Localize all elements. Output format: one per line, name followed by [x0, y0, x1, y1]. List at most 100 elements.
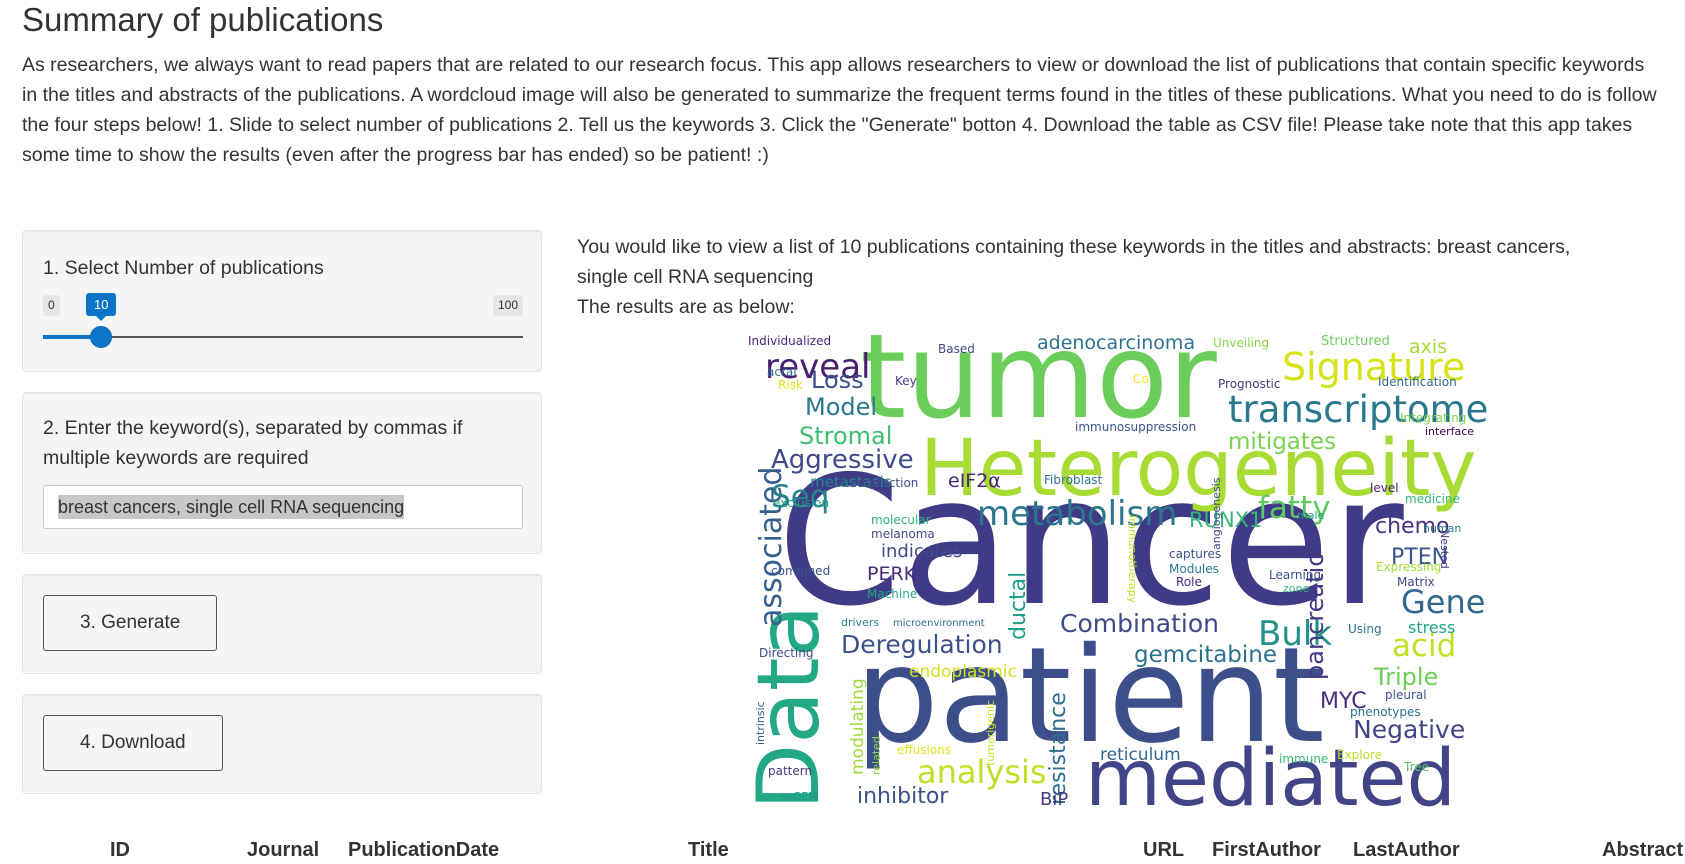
wordcloud-word-modulating: modulating [848, 678, 868, 775]
wordcloud-word-pattern: pattern [768, 764, 812, 778]
slider-max: 100 [492, 295, 523, 316]
intro-text: As researchers, we always want to read p… [22, 54, 1657, 166]
download-panel: 4. Download [22, 694, 542, 794]
wordcloud-word-medicine: medicine [1405, 492, 1460, 506]
wordcloud-word-loss: Loss [811, 366, 864, 394]
wordcloud-word-combination: Combination [1060, 609, 1219, 638]
slider-panel: 1. Select Number of publications 0 100 1… [22, 230, 542, 372]
wordcloud-word-bip: BiP [1040, 789, 1068, 810]
results-description: You would like to view a list of 10 publ… [577, 236, 1571, 288]
wordcloud-word-triple: Triple [1373, 663, 1438, 691]
results-subheading: The results are as below: [577, 296, 795, 318]
wordcloud-word-modules: Modules [1169, 562, 1219, 576]
wordcloud-word-matrix: Matrix [1397, 575, 1435, 589]
wordcloud-word-role: Role [1176, 575, 1202, 589]
download-button[interactable]: 4. Download [43, 715, 223, 771]
wordcloud-image: Cancer tumor patient Heterogeneity Data media… [745, 335, 1500, 813]
slider-min: 0 [43, 295, 60, 316]
column-header-title[interactable]: Title [688, 836, 729, 864]
column-header-last-author[interactable]: LastAuthor [1353, 836, 1460, 864]
wordcloud-word-drivers: drivers [841, 616, 879, 629]
wordcloud-word-based: Based [938, 342, 975, 356]
wordcloud-word-level: level [1370, 481, 1399, 495]
wordcloud-word-fibroblast: Fibroblast [1044, 473, 1103, 487]
wordcloud-word-captures: captures [1169, 547, 1221, 561]
wordcloud-word-exclusion: exclusion [773, 496, 829, 510]
wordcloud-word-phenotypes: phenotypes [1350, 705, 1421, 719]
wordcloud-word-adenocarcinoma: adenocarcinoma [1037, 335, 1195, 354]
generate-panel: 3. Generate [22, 574, 542, 674]
wordcloud-word-structured: Structured [1321, 335, 1390, 349]
wordcloud-word-metabolism: metabolism [977, 494, 1177, 534]
wordcloud-word-inhibitor: inhibitor [857, 784, 949, 809]
results-summary: You would like to view a list of 10 publ… [577, 232, 1607, 322]
wordcloud-word-molecular: molecular [871, 513, 931, 527]
wordcloud-word-expressing: Expressing [1376, 560, 1441, 574]
wordcloud-word-directing: Directing [759, 646, 814, 660]
wordcloud-word-effusions: effusions [897, 743, 951, 757]
generate-button[interactable]: 3. Generate [43, 595, 218, 651]
slider-value: 10 [86, 293, 117, 321]
wordcloud-word-perk: PERK [867, 563, 917, 585]
wordcloud-svg: CancertumorpatientHeterogeneityData media… [745, 335, 1488, 813]
keyword-input-value: breast cancers, single cell RNA sequenci… [58, 495, 405, 519]
wordcloud-word-machine: Machine [867, 587, 917, 601]
slider-handle[interactable] [90, 326, 112, 348]
wordcloud-word-negative: Negative [1353, 715, 1465, 744]
column-header-journal[interactable]: Journal [247, 836, 319, 864]
wordcloud-word-combined: combined [771, 564, 830, 578]
keyword-input[interactable]: breast cancers, single cell RNA sequenci… [43, 485, 523, 529]
wordcloud-word-melanoma: melanoma [871, 527, 935, 541]
wordcloud-word-microenvironment: microenvironment [893, 618, 985, 629]
column-header-first-author[interactable]: FirstAuthor [1212, 836, 1321, 864]
publications-slider[interactable]: 0 100 10 [43, 293, 523, 363]
column-header-id[interactable]: ID [110, 836, 130, 864]
wordcloud-word-stress: stress [1408, 618, 1455, 637]
wordcloud-word-tree: Tree [1403, 760, 1429, 774]
wordcloud-word-tumorigenic: tumorigenic [984, 700, 997, 766]
wordcloud-word-immunotherapy: Immunotherapy [1126, 515, 1139, 604]
keyword-label: 2. Enter the keyword(s), separated by co… [43, 417, 463, 469]
wordcloud-word-acral: acral [767, 365, 797, 379]
wordcloud-word-prognostic: Prognostic [1218, 377, 1281, 391]
column-header-url[interactable]: URL [1143, 836, 1184, 864]
page-title: Summary of publications [22, 1, 384, 38]
wordcloud-word-eif2: eIF2α [948, 470, 1001, 492]
wordcloud-word-related: related [870, 736, 883, 775]
wordcloud-word-identification: Identification [1378, 375, 1457, 389]
wordcloud-word-immune: immune [1279, 752, 1328, 766]
column-header-abstract[interactable]: Abstract [1602, 836, 1683, 864]
wordcloud-word-using: Using [1348, 622, 1382, 636]
wordcloud-word-key: Key [895, 374, 917, 388]
wordcloud-word-zone: zone [1283, 582, 1309, 595]
wordcloud-word-runx1: RUNX1 [1189, 508, 1262, 532]
column-header-publication-date[interactable]: PublicationDate [348, 836, 499, 864]
wordcloud-word-integrating: Integrating [1400, 411, 1466, 425]
results-table-header: ID Journal PublicationDate Title URL Fir… [0, 836, 1685, 864]
wordcloud-word-male: male [1297, 509, 1325, 522]
wordcloud-word-immunosuppression: immunosuppression [1075, 420, 1196, 434]
slider-label: 1. Select Number of publications [43, 257, 324, 279]
wordcloud-word-unveiling: Unveiling [1213, 336, 1269, 350]
wordcloud-word-mitigates: mitigates [1228, 429, 1336, 455]
wordcloud-word-learning: Learning [1269, 568, 1321, 582]
wordcloud-word-pleural: pleural [1385, 688, 1427, 702]
slider-track[interactable] [43, 336, 523, 338]
wordcloud-word-angiogenesis: angiogenesis [1210, 477, 1223, 550]
wordcloud-word-reticulum: reticulum [1100, 745, 1181, 765]
wordcloud-word-indicates: indicates [881, 541, 962, 562]
wordcloud-word-explore: Explore [1337, 748, 1382, 762]
wordcloud-word-deregulation: Deregulation [841, 630, 1003, 659]
wordcloud-word-human: human [1423, 522, 1461, 535]
wordcloud-word-individualized: Individualized [748, 335, 831, 348]
wordcloud-word-interface: interface [1425, 425, 1474, 438]
wordcloud-word-risk: Risk [778, 378, 803, 392]
wordcloud-word-axis: axis [1409, 336, 1447, 358]
wordcloud-word-scgem: scGEM [781, 790, 818, 803]
app-page: Summary of publications As researchers, … [0, 0, 1685, 864]
wordcloud-word-ductal: ductal [1006, 572, 1031, 640]
wordcloud-word-intrinsic: intrinsic [754, 701, 767, 745]
wordcloud-word-endoplasmic: endoplasmic [909, 662, 1017, 682]
wordcloud-word-construction: Construction [842, 476, 918, 490]
keyword-panel: 2. Enter the keyword(s), separated by co… [22, 392, 542, 554]
